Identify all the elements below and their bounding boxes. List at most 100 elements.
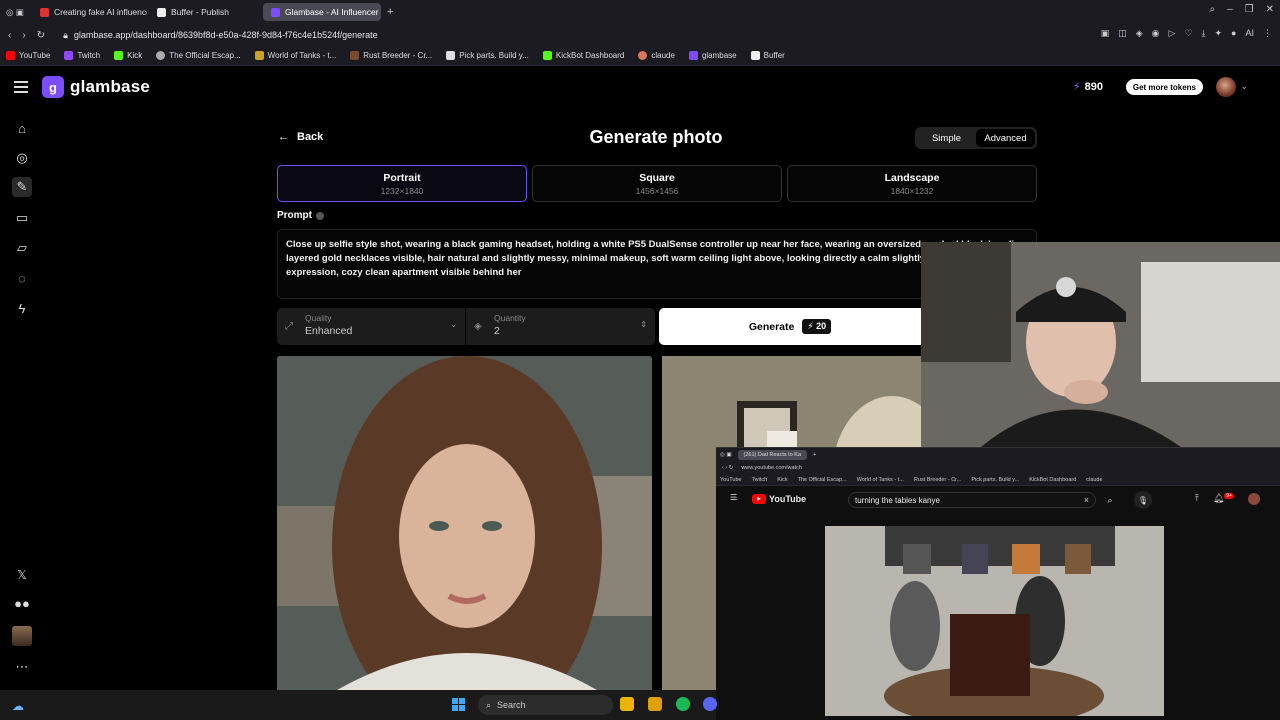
play-icon[interactable]: ▷ [1169,28,1176,39]
tab-buffer[interactable]: Buffer - Publish [149,3,261,21]
expand-icon: ⤢ [285,321,293,332]
medium-icon[interactable]: ●● [12,593,32,613]
file-explorer-icon[interactable] [620,697,634,711]
bookmark-youtube[interactable]: YouTube [720,477,742,483]
mic-icon[interactable]: 🎙︎ [1134,491,1152,509]
hamburger-menu-icon[interactable] [14,81,28,93]
more-icon[interactable]: ⋮ [1263,28,1272,39]
folder-icon[interactable] [648,697,662,711]
bookmark-pcpartpicker[interactable]: Pick parts. Build y... [446,51,529,60]
extension-icon[interactable]: ◫ [1118,28,1127,39]
quantity-value: 2 [494,325,500,337]
webcam-illustration [921,242,1280,447]
search-icon[interactable]: ⌕ [1209,4,1215,15]
generated-photo[interactable] [277,356,652,690]
bookmark-pcpartpicker[interactable]: Pick parts. Build y... [971,477,1019,483]
brand-logo[interactable]: g glambase [42,76,150,98]
kickbot-icon [542,51,552,60]
quality-value: Enhanced [305,325,353,337]
discord-icon[interactable] [703,697,717,711]
taskbar-search[interactable]: ⌕ Search [478,695,613,715]
restore-icon[interactable]: ❐ [1245,4,1254,15]
bookmark-twitch[interactable]: Twitch [752,477,768,483]
browser-menu[interactable]: ◎ ▣ [0,7,30,18]
chat-icon[interactable]: ◌ [12,268,32,288]
bookmark-youtube[interactable]: YouTube [6,51,50,60]
get-more-tokens-button[interactable]: Get more tokens [1125,79,1203,95]
bookmark-escape[interactable]: The Official Escap... [798,477,847,483]
bookmark-kick[interactable]: Kick [114,51,142,60]
hamburger-menu-icon[interactable]: ☰ [730,493,737,502]
generate-button[interactable]: Generate ⚡︎ 20 [659,308,921,345]
folder-icon[interactable]: ▱ [12,238,32,258]
info-icon[interactable] [316,211,324,220]
bookmark-wot[interactable]: World of Tanks - t... [254,51,336,60]
bookmark-escape[interactable]: The Official Escap... [156,51,241,60]
bookmark-kick[interactable]: Kick [777,477,787,483]
bell-icon[interactable]: 🔔︎ 9+ [1213,493,1234,505]
more-icon[interactable]: ⋯ [12,657,32,677]
bookmark-kickbot[interactable]: KickBot Dashboard [1029,477,1076,483]
close-icon[interactable]: ✕ [1266,4,1274,15]
ratio-square-button[interactable]: Square 1456×1456 [532,165,782,202]
bookmark-rust[interactable]: Rust Breeder - Cr... [914,477,961,483]
mode-advanced-button[interactable]: Advanced [976,129,1035,147]
weather-icon[interactable]: ☁ [12,699,24,713]
avatar[interactable] [1248,493,1260,505]
heart-icon[interactable]: ♡ [1184,28,1192,39]
camera-icon[interactable]: ◉ [1152,28,1160,39]
bookmark-claude[interactable]: claude [1086,477,1102,483]
new-tab-button[interactable]: + [813,452,816,458]
tab-glambase[interactable]: Glambase - AI Influencer C × [263,3,381,21]
avatar[interactable] [12,626,32,646]
image-generate-icon[interactable]: ✎ [12,177,32,197]
reload-icon[interactable]: ↻ [37,30,45,41]
close-icon[interactable]: × [1084,495,1089,505]
video-player[interactable] [825,526,1164,720]
url-text[interactable]: www.youtube.com/watch [741,465,802,471]
ai-icon[interactable]: AI [1245,28,1254,39]
bookmark-claude[interactable]: claude [638,51,675,60]
bookmark-twitch[interactable]: Twitch [64,51,100,60]
bookmark-buffer[interactable]: Buffer [750,51,785,60]
updown-icon[interactable]: ⇕ [640,320,647,329]
bookmark-glambase[interactable]: glambase [688,51,737,60]
download-icon[interactable]: ⤓ [1202,28,1206,39]
profile-icon[interactable]: ● [1231,28,1236,39]
upload-icon[interactable]: ⤒ [1195,493,1199,505]
tab-fake-ai[interactable]: Creating fake AI influence [32,3,147,21]
bolt-icon[interactable]: ϟ [12,298,32,318]
url-field[interactable]: 🔒︎ glambase.app/dashboard/8639bf8d-e50a-… [63,30,378,41]
tab-youtube[interactable]: (261) Dad Reacts to Ka [737,450,808,460]
ratio-landscape-button[interactable]: Landscape 1840×1232 [787,165,1037,202]
mode-simple-button[interactable]: Simple [917,129,976,147]
spotify-icon[interactable] [676,697,690,711]
claude-icon [638,51,648,60]
x-icon[interactable]: 𝕏 [12,565,32,585]
quality-select[interactable]: ⤢ Quality Enhanced ⌄ [277,308,465,345]
youtube-logo[interactable]: ▶ YouTube [752,494,806,504]
forward-arrow-icon[interactable]: › [22,30,25,41]
back-arrow-icon[interactable]: ‹ [8,30,11,41]
bookmark-rust[interactable]: Rust Breeder - Cr... [350,51,432,60]
minimize-icon[interactable]: – [1227,4,1233,15]
quantity-stepper[interactable]: ◈ Quantity 2 ⇕ [466,308,655,345]
browser-menu-icon[interactable]: ◎ ▣ [720,452,732,458]
search-button[interactable]: ⌕ [1100,492,1120,508]
video-icon[interactable]: ▭ [12,208,32,228]
search-input[interactable]: turning the tables kanye × [848,492,1096,508]
avatar[interactable] [1216,77,1236,97]
bolt-icon: ⚡︎ [1072,81,1081,93]
tab-label: Creating fake AI influence [54,7,147,17]
compass-icon[interactable]: ◎ [12,148,32,168]
chevron-down-icon[interactable]: ⌄ [1240,81,1248,92]
windows-start-icon[interactable] [452,698,466,712]
ratio-portrait-button[interactable]: Portrait 1232×1840 [277,165,527,202]
nav-icon[interactable]: ‹ › ↻ [722,465,733,471]
bookmark-kickbot[interactable]: KickBot Dashboard [542,51,624,60]
puzzle-icon[interactable]: ✦ [1215,28,1223,39]
shield-icon[interactable]: ◈ [1136,28,1143,39]
extension-icon[interactable]: ▣ [1101,28,1110,39]
new-tab-button[interactable]: + [387,6,393,18]
bookmark-wot[interactable]: World of Tanks - t... [857,477,904,483]
